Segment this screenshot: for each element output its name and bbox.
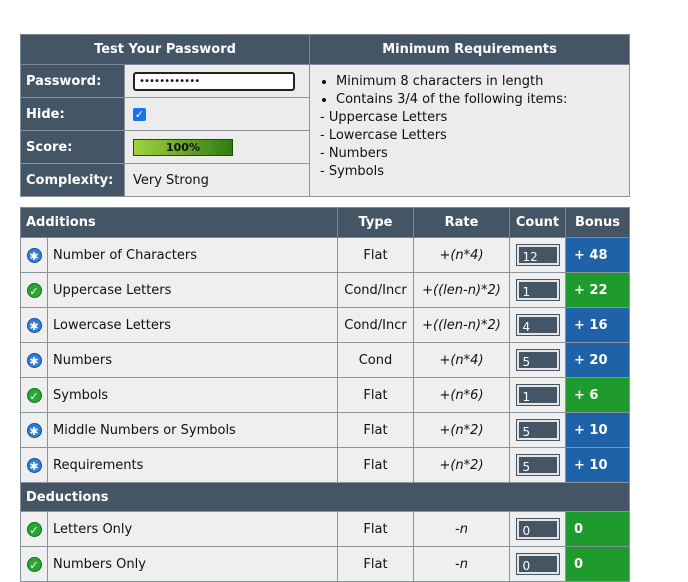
count-field: 5 — [515, 419, 560, 441]
check-circle-icon: ✓ — [26, 521, 42, 537]
check-circle-icon: ✓ — [26, 282, 42, 298]
additions-body: ✱ Number of Characters Flat +(n*4) 12 + 48 ✓ Up… — [20, 237, 630, 483]
requirement-item: Minimum 8 characters in length — [336, 73, 623, 91]
bonus-header: Bonus — [565, 207, 630, 238]
complexity-value: Very Strong — [124, 163, 310, 197]
bonus-value: + 22 — [565, 272, 630, 308]
criterion-name: Middle Numbers or Symbols — [47, 412, 338, 448]
table-row: ✱ Requirements Flat +(n*2) 5 + 10 — [20, 447, 630, 483]
check-circle-icon: ✓ — [26, 556, 42, 572]
bonus-value: + 10 — [565, 412, 630, 448]
criterion-rate: +(n*6) — [413, 377, 510, 413]
table-row: ✓ Symbols Flat +(n*6) 1 + 6 — [20, 377, 630, 413]
criterion-type: Flat — [337, 511, 414, 547]
criterion-rate: -n — [413, 546, 510, 582]
criterion-name: Numbers — [47, 342, 338, 378]
bonus-value: + 48 — [565, 237, 630, 273]
criterion-type: Flat — [337, 412, 414, 448]
count-field: 5 — [515, 349, 560, 371]
count-field: 0 — [515, 518, 560, 540]
exceed-circle-icon: ✱ — [26, 352, 42, 368]
criterion-name: Lowercase Letters — [47, 307, 338, 343]
criterion-name: Letters Only — [47, 511, 338, 547]
count-header: Count — [509, 207, 566, 238]
exceed-circle-icon: ✱ — [26, 422, 42, 438]
bonus-value: 0 — [565, 511, 630, 547]
table-row: ✓ Uppercase Letters Cond/Incr +((len-n)*2) 1… — [20, 272, 630, 308]
table-row: ✱ Lowercase Letters Cond/Incr +((len-n)*2) 4… — [20, 307, 630, 343]
hide-label: Hide: — [20, 97, 125, 131]
count-field: 5 — [515, 454, 560, 476]
table-row: ✓ Letters Only Flat -n 0 0 — [20, 511, 630, 547]
score-label: Score: — [20, 130, 125, 164]
password-input[interactable]: •••••••••••• — [133, 71, 295, 91]
table-row: ✱ Number of Characters Flat +(n*4) 12 + 48 — [20, 237, 630, 273]
criterion-rate: +((len-n)*2) — [413, 272, 510, 308]
criterion-type: Cond/Incr — [337, 307, 414, 343]
score-bar: 100% — [133, 138, 233, 156]
type-header: Type — [337, 207, 414, 238]
criterion-type: Flat — [337, 377, 414, 413]
password-label: Password: — [20, 64, 125, 98]
count-field: 1 — [515, 279, 560, 301]
requirement-subitem: - Symbols — [320, 164, 385, 179]
bonus-value: + 20 — [565, 342, 630, 378]
requirements-list: Minimum 8 characters in length Contains … — [309, 64, 630, 197]
criterion-name: Symbols — [47, 377, 338, 413]
additions-header: Additions — [20, 207, 338, 238]
criterion-rate: -n — [413, 511, 510, 547]
criterion-name: Requirements — [47, 447, 338, 483]
requirement-item: Contains 3/4 of the following items: — [336, 91, 623, 109]
deductions-header: Deductions — [20, 482, 630, 512]
exceed-circle-icon: ✱ — [26, 247, 42, 263]
check-circle-icon: ✓ — [26, 387, 42, 403]
criterion-name: Uppercase Letters — [47, 272, 338, 308]
criterion-rate: +(n*4) — [413, 342, 510, 378]
criterion-rate: +(n*4) — [413, 237, 510, 273]
criterion-type: Flat — [337, 237, 414, 273]
requirement-subitem: - Numbers — [320, 146, 388, 161]
count-field: 0 — [515, 553, 560, 575]
table-row: ✱ Numbers Cond +(n*4) 5 + 20 — [20, 342, 630, 378]
exceed-circle-icon: ✱ — [26, 457, 42, 473]
criterion-type: Flat — [337, 447, 414, 483]
count-field: 12 — [515, 244, 560, 266]
hide-checkbox[interactable]: ✓ — [133, 107, 146, 121]
exceed-circle-icon: ✱ — [26, 317, 42, 333]
criterion-name: Number of Characters — [47, 237, 338, 273]
bonus-value: + 10 — [565, 447, 630, 483]
requirement-subitem: - Uppercase Letters — [320, 110, 448, 125]
table-row: ✱ Middle Numbers or Symbols Flat +(n*2) 5 + 1… — [20, 412, 630, 448]
complexity-label: Complexity: — [20, 163, 125, 197]
password-test-panel: Test Your Password Minimum Requirements … — [20, 34, 630, 197]
bonus-value: 0 — [565, 546, 630, 582]
test-header: Test Your Password — [20, 34, 310, 65]
bonus-value: + 16 — [565, 307, 630, 343]
criterion-rate: +(n*2) — [413, 412, 510, 448]
requirement-subitem: - Lowercase Letters — [320, 128, 447, 143]
criterion-type: Cond/Incr — [337, 272, 414, 308]
count-field: 1 — [515, 384, 560, 406]
criterion-rate: +(n*2) — [413, 447, 510, 483]
table-row: ✓ Numbers Only Flat -n 0 0 — [20, 546, 630, 582]
bonus-value: + 6 — [565, 377, 630, 413]
criterion-name: Numbers Only — [47, 546, 338, 582]
criterion-rate: +((len-n)*2) — [413, 307, 510, 343]
criterion-type: Flat — [337, 546, 414, 582]
rate-header: Rate — [413, 207, 510, 238]
score-breakdown-table: Additions Type Rate Count Bonus ✱ Number … — [20, 207, 630, 582]
count-field: 4 — [515, 314, 560, 336]
deductions-body: ✓ Letters Only Flat -n 0 0 ✓ Numbers Only Flat -n… — [20, 511, 630, 582]
criterion-type: Cond — [337, 342, 414, 378]
requirements-header: Minimum Requirements — [309, 34, 630, 65]
